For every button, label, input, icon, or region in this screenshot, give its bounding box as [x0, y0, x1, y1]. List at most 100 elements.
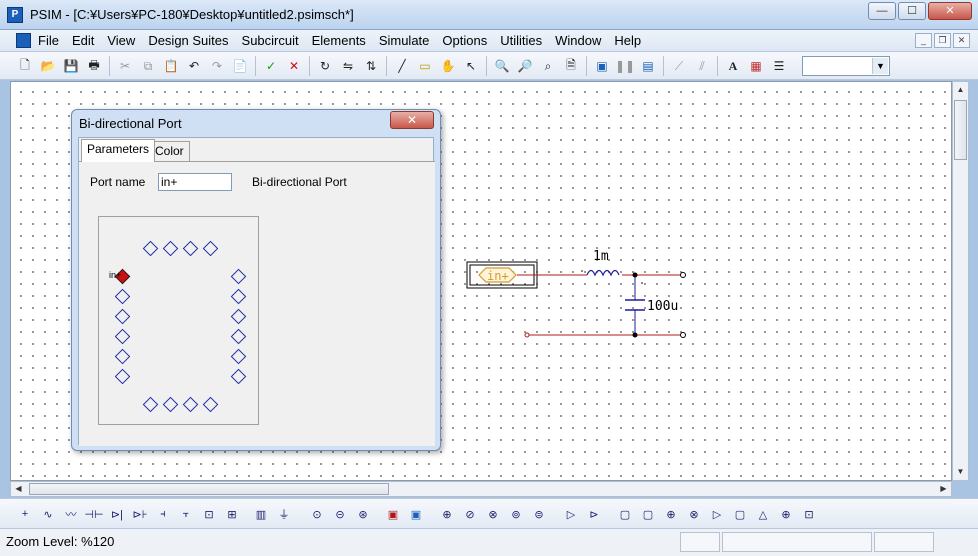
print-icon[interactable]: 🖶: [83, 55, 105, 77]
menu-options[interactable]: Options: [442, 33, 494, 48]
current-probe-icon[interactable]: ▣: [405, 503, 427, 525]
pin-position[interactable]: [142, 240, 159, 257]
doc-close-button[interactable]: ✕: [953, 33, 970, 48]
ammeter-icon[interactable]: ⊘: [459, 503, 481, 525]
ac-source-icon[interactable]: ⊝: [329, 503, 351, 525]
save-icon[interactable]: 💾: [60, 55, 82, 77]
wattmeter-icon[interactable]: ⊗: [482, 503, 504, 525]
run-simulation-icon[interactable]: ▣: [591, 55, 613, 77]
ground-icon[interactable]: +: [14, 503, 36, 525]
clipboard-icon[interactable]: 📄: [229, 55, 251, 77]
scroll-up-icon[interactable]: ▲: [953, 82, 968, 98]
control-block-icon[interactable]: ⊡: [798, 503, 820, 525]
rotate-icon[interactable]: ↻: [314, 55, 336, 77]
scroll-down-icon[interactable]: ▼: [953, 464, 968, 480]
cancel-x-icon[interactable]: ✕: [283, 55, 305, 77]
simview-icon[interactable]: ▤: [637, 55, 659, 77]
select-arrow-icon[interactable]: ↖: [460, 55, 482, 77]
pan-hand-icon[interactable]: ✋: [437, 55, 459, 77]
menu-view[interactable]: View: [107, 33, 142, 48]
redo-icon[interactable]: ↷: [206, 55, 228, 77]
tab-color[interactable]: Color: [149, 141, 190, 161]
dialog-close-button[interactable]: ✕: [390, 111, 434, 129]
label-icon[interactable]: ▭: [414, 55, 436, 77]
pin-position[interactable]: [142, 396, 159, 413]
check-icon[interactable]: ✓: [260, 55, 282, 77]
page-icon[interactable]: 🗎: [560, 55, 582, 77]
horizontal-scrollbar[interactable]: ◀ ▶: [10, 481, 952, 497]
pi-block-icon[interactable]: ▢: [637, 503, 659, 525]
gate-icon[interactable]: ⊳: [583, 503, 605, 525]
undo-icon[interactable]: ↶: [183, 55, 205, 77]
wire-icon[interactable]: ╱: [391, 55, 413, 77]
scroll-right-icon[interactable]: ▶: [936, 481, 951, 497]
close-button[interactable]: ✕: [928, 2, 972, 20]
horizontal-scroll-thumb[interactable]: [29, 483, 389, 495]
diode-icon[interactable]: ⊳|: [106, 503, 128, 525]
pin-position[interactable]: [182, 240, 199, 257]
probe-icon[interactable]: ⟋: [668, 55, 690, 77]
sum-junction-icon[interactable]: ⊕: [775, 503, 797, 525]
menu-edit[interactable]: Edit: [72, 33, 101, 48]
voltage-source-icon[interactable]: ⏚: [273, 503, 295, 525]
pin-position[interactable]: [230, 288, 247, 305]
tab-parameters[interactable]: Parameters: [81, 139, 156, 162]
comparator-icon[interactable]: ▷: [560, 503, 582, 525]
port-name-input[interactable]: [158, 173, 232, 191]
node-icon[interactable]: △: [752, 503, 774, 525]
k-block-icon[interactable]: ▢: [614, 503, 636, 525]
dc-meter-icon[interactable]: ⊚: [505, 503, 527, 525]
menu-elements[interactable]: Elements: [312, 33, 373, 48]
thyristor-icon[interactable]: ⊳⊦: [129, 503, 151, 525]
pin-position[interactable]: [230, 308, 247, 325]
menu-help[interactable]: Help: [614, 33, 648, 48]
pin-position[interactable]: [114, 348, 131, 365]
zoom-in-icon[interactable]: 🔍: [491, 55, 513, 77]
pin-position[interactable]: [202, 240, 219, 257]
switch-module-icon[interactable]: ⊡: [198, 503, 220, 525]
copy-icon[interactable]: ⧉: [137, 55, 159, 77]
maximize-button[interactable]: ☐: [898, 2, 926, 20]
menu-file[interactable]: File: [38, 33, 66, 48]
mosfet-icon[interactable]: ⫟: [175, 503, 197, 525]
doc-restore-button[interactable]: ❐: [934, 33, 951, 48]
pin-position[interactable]: [114, 368, 131, 385]
pin-position[interactable]: [202, 396, 219, 413]
toolbar-combo[interactable]: ▼: [802, 56, 890, 76]
vertical-scroll-thumb[interactable]: [954, 100, 967, 160]
igbt-icon[interactable]: ⫞: [152, 503, 174, 525]
sine-source-icon[interactable]: ⊙: [306, 503, 328, 525]
element-list-icon[interactable]: ☰: [768, 55, 790, 77]
menu-subcircuit[interactable]: Subcircuit: [242, 33, 306, 48]
pin-position[interactable]: [162, 396, 179, 413]
capacitor-icon[interactable]: ⊣⊢: [83, 503, 105, 525]
triangle-source-icon[interactable]: ⊛: [352, 503, 374, 525]
pin-position[interactable]: [114, 328, 131, 345]
ac-meter-icon[interactable]: ⊜: [528, 503, 550, 525]
pin-position[interactable]: [114, 288, 131, 305]
pin-position[interactable]: [230, 368, 247, 385]
pin-position[interactable]: [114, 308, 131, 325]
color-palette-icon[interactable]: ▦: [745, 55, 767, 77]
voltage-probe-icon[interactable]: ▣: [382, 503, 404, 525]
bridge-icon[interactable]: ⊞: [221, 503, 243, 525]
chevron-down-icon[interactable]: ▼: [872, 58, 888, 74]
resistor-icon[interactable]: ∿: [37, 503, 59, 525]
text-icon[interactable]: A: [722, 55, 744, 77]
integrator-icon[interactable]: ▢: [729, 503, 751, 525]
paste-icon[interactable]: 📋: [160, 55, 182, 77]
vertical-scrollbar[interactable]: ▲ ▼: [952, 81, 969, 481]
menu-simulate[interactable]: Simulate: [379, 33, 437, 48]
zoom-fit-icon[interactable]: ⌕: [537, 55, 559, 77]
inductor-icon[interactable]: 〰: [60, 503, 82, 525]
open-folder-icon[interactable]: 📂: [37, 55, 59, 77]
pin-position[interactable]: [182, 396, 199, 413]
zoom-out-icon[interactable]: 🔎: [514, 55, 536, 77]
meter-icon[interactable]: ⊕: [436, 503, 458, 525]
scroll-left-icon[interactable]: ◀: [11, 481, 26, 497]
pin-position[interactable]: [230, 328, 247, 345]
transformer-icon[interactable]: ▥: [250, 503, 272, 525]
opamp-icon[interactable]: ▷: [706, 503, 728, 525]
pin-position[interactable]: [230, 268, 247, 285]
menu-utilities[interactable]: Utilities: [500, 33, 549, 48]
